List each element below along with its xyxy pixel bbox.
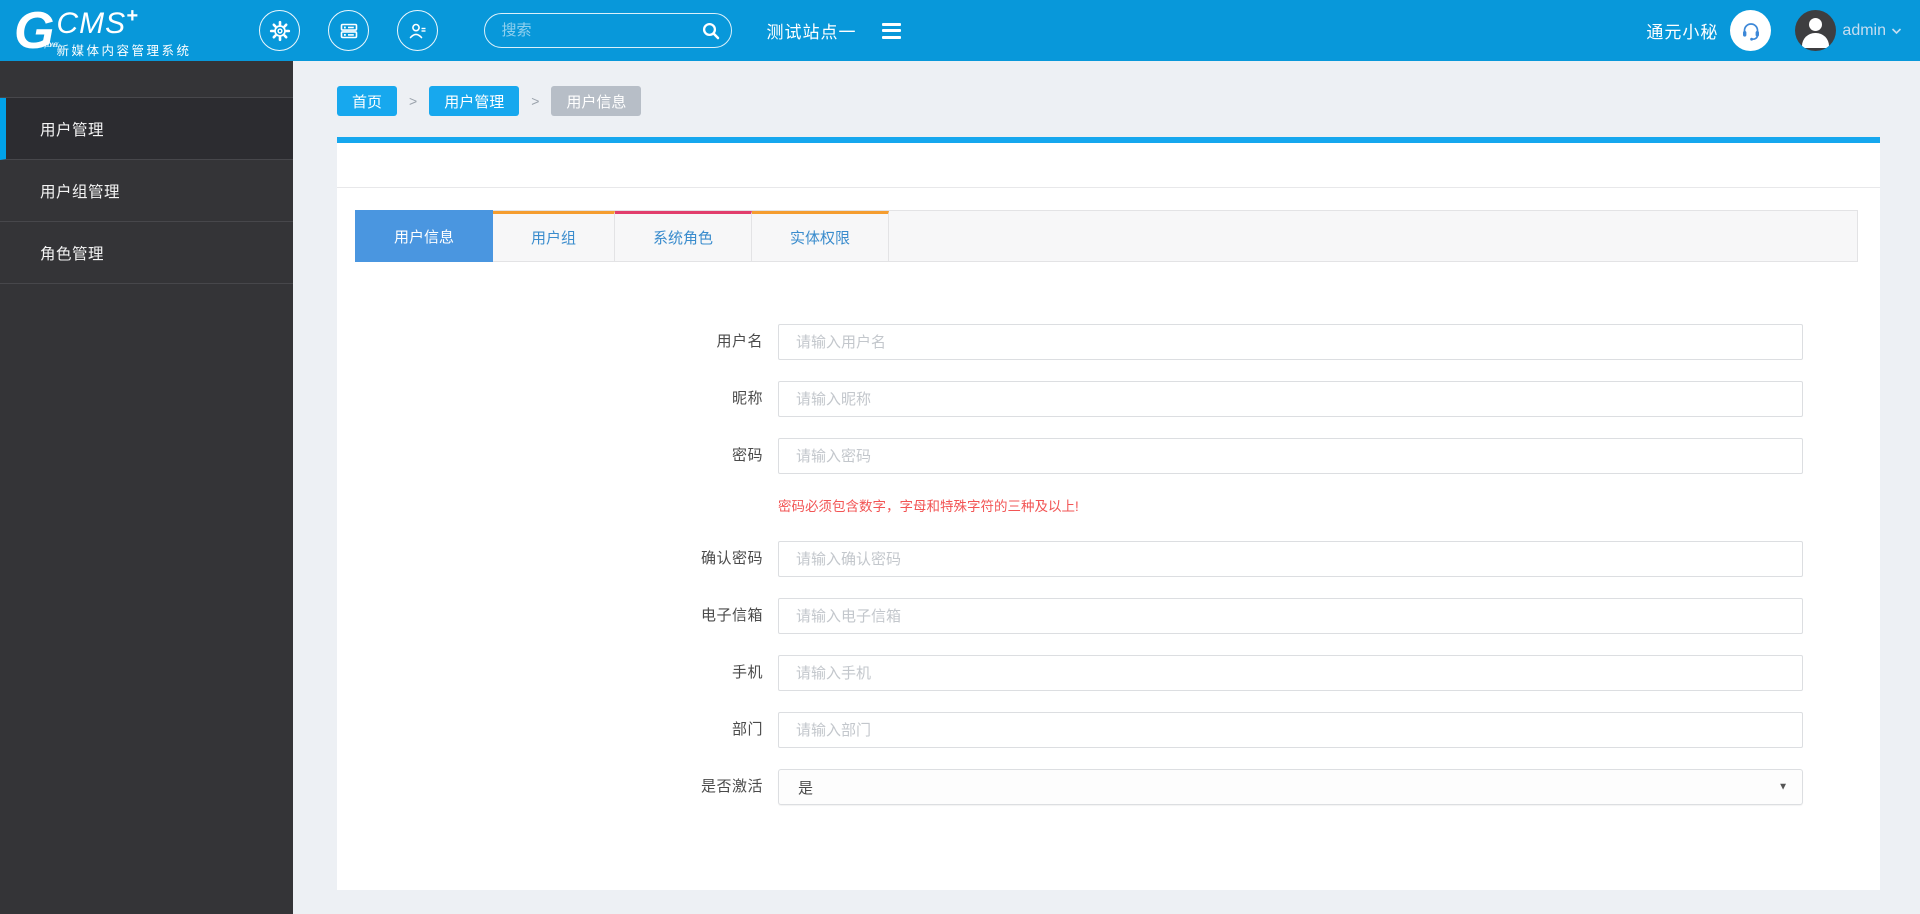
brand-logo: G power CMS+ 新媒体内容管理系统 xyxy=(14,2,191,59)
main-content: 首页>用户管理>用户信息 用户信息用户组系统角色实体权限 用户名昵称密码密码必须… xyxy=(293,61,1920,914)
active-select-value: 是 xyxy=(798,779,814,797)
label-email: 电子信箱 xyxy=(700,607,763,624)
breadcrumb: 首页 > 用户管理 > 用户信息 xyxy=(337,86,1880,116)
breadcrumb-item-2[interactable]: 用户管理 xyxy=(429,86,520,116)
label-active: 是否激活 xyxy=(700,778,763,795)
form-row-mobile: 手机 xyxy=(355,655,1858,691)
tab-2[interactable]: 用户组 xyxy=(493,211,616,261)
username-label: admin xyxy=(1842,21,1886,39)
control-username xyxy=(778,324,1803,360)
logo-g-mark: G power xyxy=(14,5,58,57)
user-info-form: 用户名昵称密码密码必须包含数字，字母和特殊字符的三种及以上! 确认密码电子信箱手机… xyxy=(355,324,1858,805)
user-admin-icon xyxy=(406,19,430,43)
tab-4[interactable]: 实体权限 xyxy=(752,211,890,261)
nickname-input[interactable] xyxy=(778,381,1803,417)
confirm-input[interactable] xyxy=(778,541,1803,577)
label-mobile: 手机 xyxy=(731,664,763,681)
panel-header-strip xyxy=(337,143,1880,188)
sidebar-item-1[interactable]: 用户管理 xyxy=(0,98,293,160)
label-department: 部门 xyxy=(731,721,763,738)
assistant-label[interactable]: 通元小秘 xyxy=(1646,18,1718,43)
gear-icon xyxy=(268,19,292,43)
sidebar-item-2[interactable]: 用户组管理 xyxy=(0,160,293,222)
modules-icon xyxy=(337,19,361,43)
sidebar-item-3[interactable]: 角色管理 xyxy=(0,222,293,284)
headset-icon xyxy=(1738,18,1764,44)
tab-3[interactable]: 系统角色 xyxy=(615,211,753,261)
search-icon[interactable] xyxy=(700,20,722,42)
password-input[interactable] xyxy=(778,438,1803,474)
breadcrumb-separator: > xyxy=(409,93,418,109)
department-input[interactable] xyxy=(778,712,1803,748)
form-row-password: 密码 xyxy=(355,438,1858,474)
form-row-username: 用户名 xyxy=(355,324,1858,360)
control-mobile xyxy=(778,655,1803,691)
form-row-department: 部门 xyxy=(355,712,1858,748)
chevron-down-icon xyxy=(1891,27,1902,35)
select-caret-icon: ▼ xyxy=(1778,781,1788,793)
sidebar-spacer xyxy=(0,61,293,98)
form-row-nickname: 昵称 xyxy=(355,381,1858,417)
assistant-button[interactable] xyxy=(1730,10,1772,51)
control-nickname xyxy=(778,381,1803,417)
breadcrumb-item-3: 用户信息 xyxy=(551,86,642,116)
header-icon-group xyxy=(259,10,439,51)
label-username: 用户名 xyxy=(716,333,763,350)
active-select[interactable]: 是 ▼ xyxy=(778,769,1803,805)
header-search xyxy=(484,13,733,48)
tab-1[interactable]: 用户信息 xyxy=(355,210,494,262)
settings-button[interactable] xyxy=(259,10,301,51)
header-right-group: 通元小秘 admin xyxy=(1646,10,1902,51)
site-menu-icon[interactable] xyxy=(882,22,902,39)
control-active: 是 ▼ xyxy=(778,769,1803,805)
top-header: G power CMS+ 新媒体内容管理系统 搜索 测试站点一 通元小秘 adm… xyxy=(0,0,1920,61)
label-nickname: 昵称 xyxy=(731,390,763,407)
password-hint: 密码必须包含数字，字母和特殊字符的三种及以上! xyxy=(778,499,1079,514)
mobile-input[interactable] xyxy=(778,655,1803,691)
control-confirm xyxy=(778,541,1803,577)
form-row-email: 电子信箱 xyxy=(355,598,1858,634)
control-email xyxy=(778,598,1803,634)
user-admin-button[interactable] xyxy=(397,10,439,51)
form-row-active: 是否激活是 ▼ xyxy=(355,769,1858,805)
app-root: G power CMS+ 新媒体内容管理系统 搜索 测试站点一 通元小秘 adm… xyxy=(0,0,1920,914)
label-password: 密码 xyxy=(731,447,763,464)
site-name[interactable]: 测试站点一 xyxy=(766,18,856,43)
logo-subtitle: 新媒体内容管理系统 xyxy=(56,44,192,58)
breadcrumb-item-1[interactable]: 首页 xyxy=(337,86,398,116)
tab-bar: 用户信息 用户组 系统角色 实体权限 xyxy=(355,210,1858,262)
search-input[interactable] xyxy=(501,22,701,39)
username-input[interactable] xyxy=(778,324,1803,360)
control-password xyxy=(778,438,1803,474)
modules-button[interactable] xyxy=(328,10,370,51)
avatar[interactable] xyxy=(1795,10,1837,51)
user-menu[interactable]: admin xyxy=(1842,22,1902,40)
logo-cms-text: CMS+ xyxy=(56,5,139,40)
content-panel: 用户信息用户组系统角色实体权限 用户名昵称密码密码必须包含数字，字母和特殊字符的… xyxy=(337,137,1880,890)
sidebar: 用户管理 用户组管理 角色管理 xyxy=(0,61,293,914)
label-confirm: 确认密码 xyxy=(700,550,763,567)
breadcrumb-separator: > xyxy=(531,93,540,109)
form-row-confirm: 确认密码 xyxy=(355,541,1858,577)
control-department xyxy=(778,712,1803,748)
email-input[interactable] xyxy=(778,598,1803,634)
